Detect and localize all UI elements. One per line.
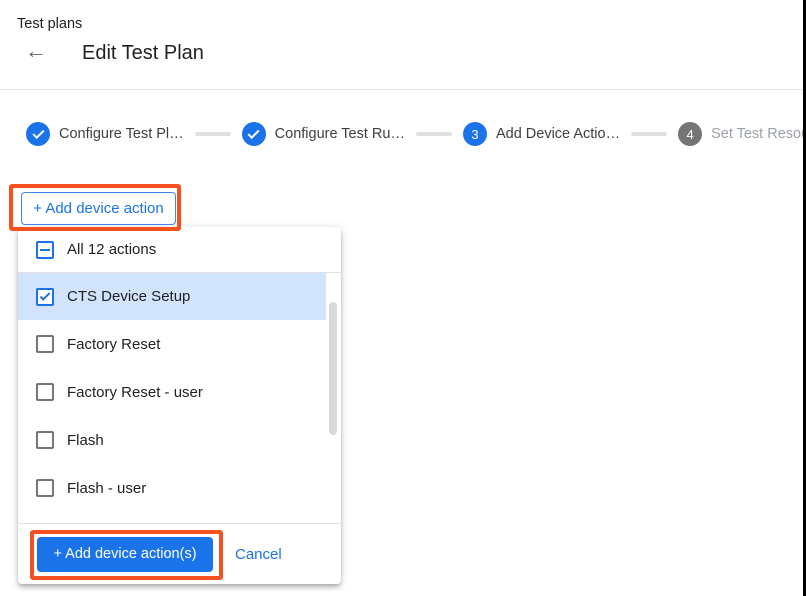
indeterminate-checkbox-icon[interactable] [36,241,54,259]
add-device-action-button[interactable]: + Add device action [21,192,176,225]
option-row-cts-device-setup[interactable]: CTS Device Setup [18,273,326,320]
stepper-step-add-device-action[interactable]: 3 Add Device Actio… [463,122,620,146]
stepper-step-configure-test-run[interactable]: Configure Test Ru… [242,122,405,146]
header-divider [0,89,806,90]
confirm-add-device-actions-button[interactable]: + Add device action(s) [37,537,213,572]
step-label: Set Test Resourc… [711,126,806,142]
stepper-step-configure-test-plan[interactable]: Configure Test Pl… [26,122,184,146]
edit-test-plan-page: Test plans ← Edit Test Plan Configure Te… [0,0,806,596]
step-completed-check-icon [26,122,50,146]
option-label: Factory Reset [67,336,160,353]
option-row-factory-reset-user[interactable]: Factory Reset - user [18,368,341,416]
option-label: Flash - user [67,480,146,497]
option-row-flash-user[interactable]: Flash - user [18,464,341,512]
step-label: Configure Test Ru… [275,126,405,142]
device-action-dropdown: All 12 actions CTS Device Setup Factory … [18,227,341,584]
option-row-factory-reset[interactable]: Factory Reset [18,320,341,368]
step-number-badge: 4 [678,122,702,146]
list-spacer [18,512,341,523]
cancel-button[interactable]: Cancel [227,542,290,567]
page-title: Edit Test Plan [82,42,204,65]
stepper-step-set-test-resources[interactable]: 4 Set Test Resourc… [678,122,806,146]
step-connector [195,132,231,136]
option-label: CTS Device Setup [67,288,190,305]
stepper: Configure Test Pl… Configure Test Ru… 3 … [26,122,806,146]
select-all-actions-row[interactable]: All 12 actions [18,227,341,272]
option-label: Flash [67,432,104,449]
step-completed-check-icon [242,122,266,146]
option-label: Factory Reset - user [67,384,203,401]
step-connector [416,132,452,136]
checked-checkbox-icon[interactable] [36,288,54,306]
dropdown-footer: + Add device action(s) Cancel [18,524,341,584]
step-label: Add Device Actio… [496,126,620,142]
step-number: 3 [471,127,478,142]
scrollbar-thumb[interactable] [329,302,337,435]
unchecked-checkbox-icon[interactable] [36,479,54,497]
step-number-badge: 3 [463,122,487,146]
step-connector [631,132,667,136]
step-number: 4 [686,127,693,142]
step-label: Configure Test Pl… [59,126,184,142]
unchecked-checkbox-icon[interactable] [36,431,54,449]
option-label: All 12 actions [67,241,156,258]
breadcrumb: Test plans [17,16,82,32]
back-arrow-icon[interactable]: ← [25,40,47,62]
option-row-flash[interactable]: Flash [18,416,341,464]
unchecked-checkbox-icon[interactable] [36,335,54,353]
unchecked-checkbox-icon[interactable] [36,383,54,401]
